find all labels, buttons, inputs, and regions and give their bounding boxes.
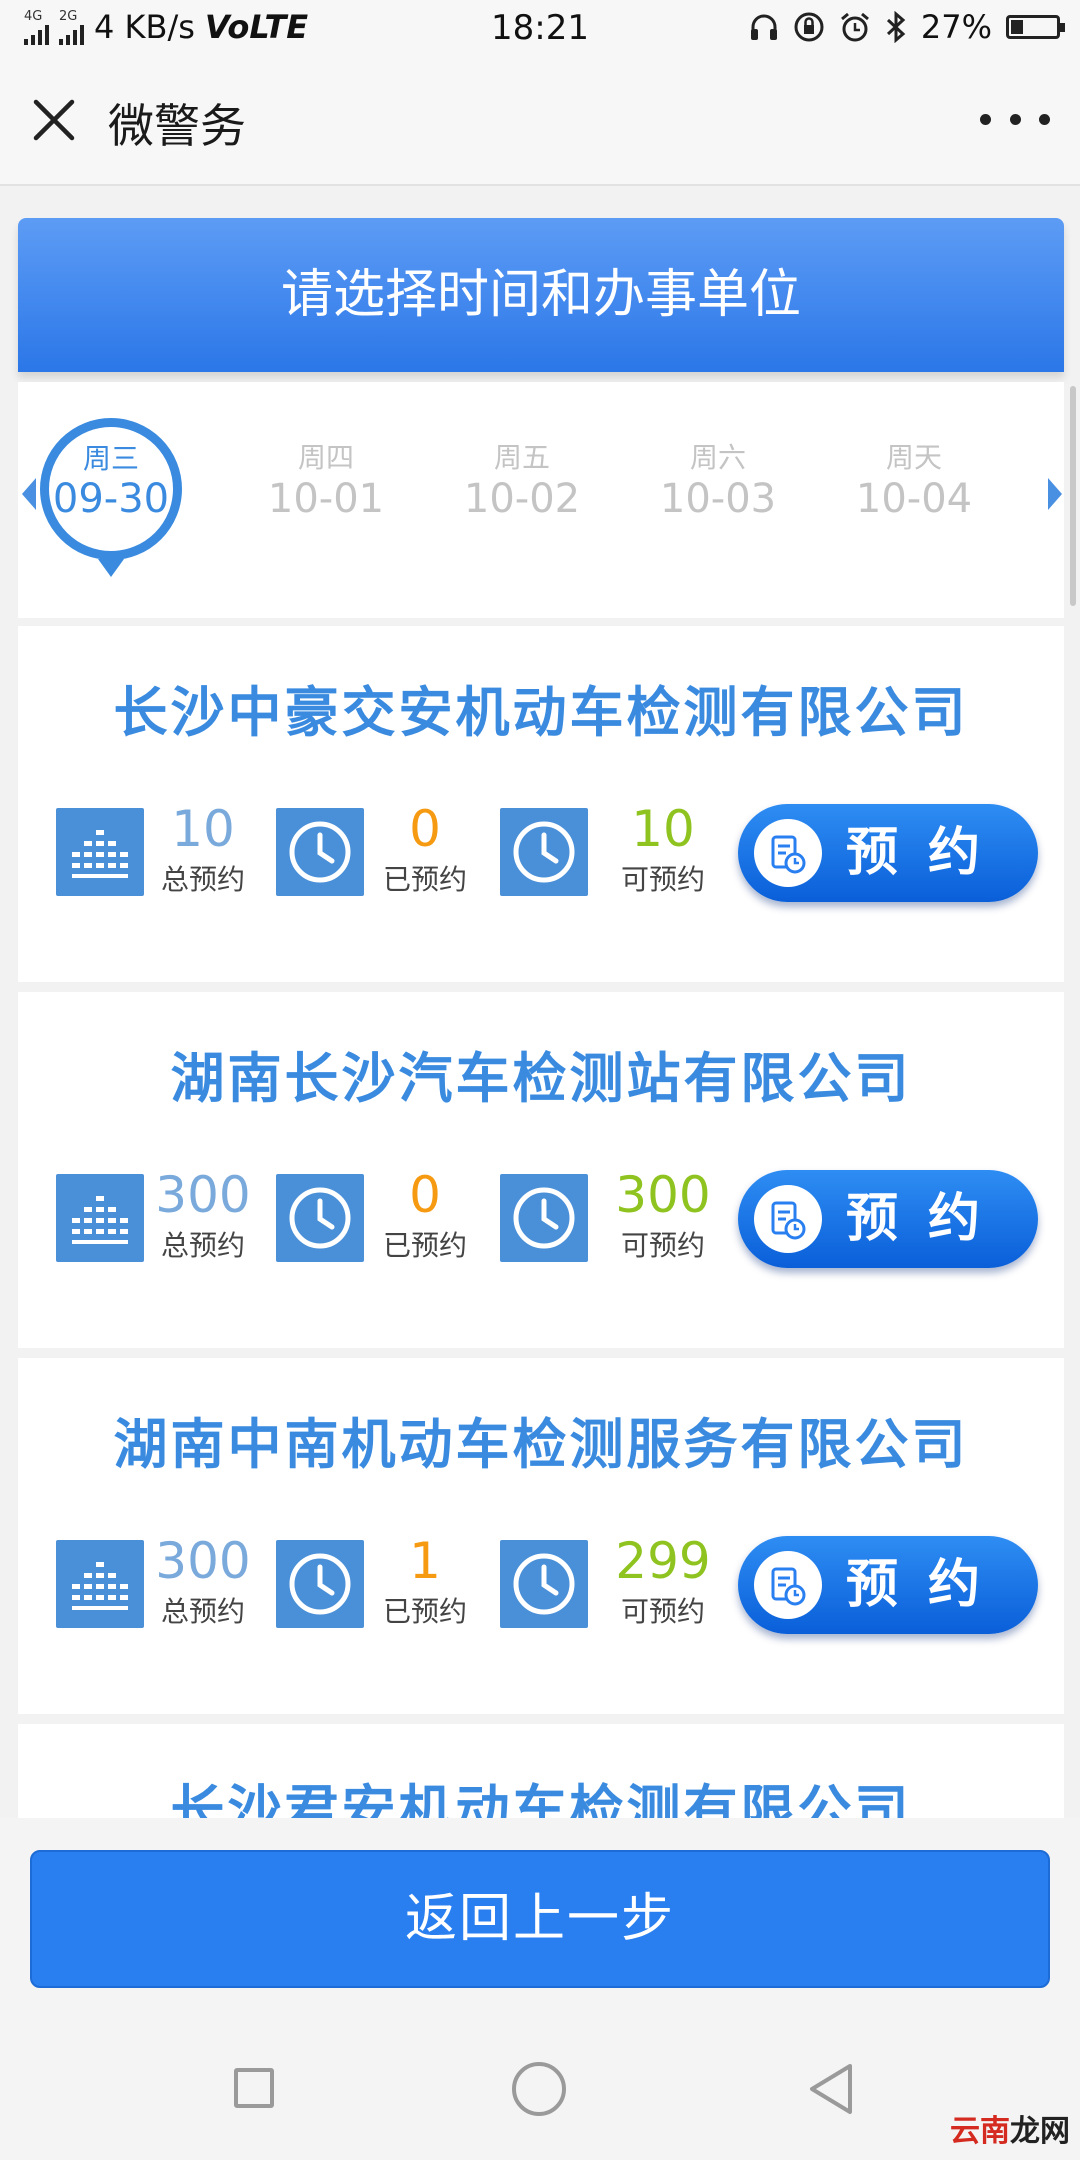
date-value: 10-02 (463, 476, 581, 522)
close-button[interactable] (26, 92, 82, 148)
total-icon (56, 1174, 144, 1262)
date-weekday: 周三 (82, 442, 139, 475)
watermark-text: 云南 (950, 2114, 1010, 2149)
book-button[interactable]: 预约 (738, 1170, 1038, 1268)
station-card: 湖南中南机动车检测服务有限公司 300 总预约 1 已预约 299 可预约 预约 (18, 1358, 1064, 1714)
page-title: 微警务 (108, 99, 246, 153)
clock-icon (500, 1174, 588, 1262)
date-selector: 周三 09-30 周四 10-01 周五 10-02 周六 10-03 周天 1… (18, 382, 1064, 618)
date-prev-arrow-icon[interactable] (22, 478, 36, 510)
page-content[interactable]: 请选择时间和办事单位 周三 09-30 周四 10-01 周五 10-02 周六… (0, 186, 1080, 1818)
booked-label: 已预约 (382, 863, 467, 896)
booked-count: 0 (409, 1166, 441, 1224)
date-weekday: 周六 (689, 441, 746, 474)
back-step-button[interactable]: 返回上一步 (30, 1850, 1050, 1988)
booked-label: 已预约 (382, 1229, 467, 1262)
date-item[interactable]: 周五 10-02 (452, 442, 592, 524)
battery-percent: 27% (920, 8, 992, 46)
total-icon (56, 1540, 144, 1628)
back-icon[interactable] (806, 2062, 856, 2116)
more-menu-button[interactable] (980, 96, 1050, 142)
available-count: 299 (615, 1532, 711, 1590)
station-name: 湖南中南机动车检测服务有限公司 (113, 1413, 969, 1476)
date-value: 10-03 (659, 476, 777, 522)
book-button-label: 预约 (846, 823, 1011, 883)
date-value: 09-30 (52, 476, 170, 522)
station-card: 湖南长沙汽车检测站有限公司 300 总预约 0 已预约 300 可预约 预约 (18, 992, 1064, 1348)
total-icon (56, 808, 144, 896)
battery-icon (1006, 15, 1065, 39)
section-banner: 请选择时间和办事单位 (18, 218, 1064, 372)
station-name: 湖南长沙汽车检测站有限公司 (170, 1047, 912, 1110)
date-item[interactable]: 周六 10-03 (648, 442, 788, 524)
available-count: 10 (631, 800, 695, 858)
book-button[interactable]: 预约 (738, 1536, 1038, 1634)
available-label: 可预约 (620, 863, 705, 896)
alarm-icon (840, 12, 869, 42)
booked-count: 0 (409, 800, 441, 858)
date-item-selected[interactable]: 周三 09-30 (40, 418, 182, 577)
status-bar: 4G 2G 4 KB/s VoLTE 18:21 27% (0, 0, 1080, 56)
date-weekday: 周五 (493, 441, 550, 474)
station-name: 长沙君安机动车检测有限公司 (170, 1779, 912, 1818)
watermark-logo: 云南龙网 (950, 2106, 1070, 2150)
date-item[interactable]: 周四 10-01 (256, 442, 396, 524)
clock-icon (500, 1540, 588, 1628)
footer-bar: 返回上一步 (0, 1818, 1080, 2028)
date-weekday: 周天 (885, 441, 942, 474)
clock-icon (500, 808, 588, 896)
booked-count: 1 (409, 1532, 441, 1590)
date-weekday: 周四 (297, 441, 354, 474)
watermark-text: 龙网 (1010, 2114, 1070, 2149)
clock-icon (276, 1174, 364, 1262)
total-count: 10 (171, 800, 235, 858)
available-count: 300 (615, 1166, 711, 1224)
date-value: 10-01 (267, 476, 385, 522)
system-icons: 27% (749, 8, 1065, 46)
booked-label: 已预约 (382, 1595, 467, 1628)
book-button-label: 预约 (846, 1555, 1011, 1615)
more-dot-icon (980, 113, 991, 125)
date-item[interactable]: 周天 10-04 (844, 442, 984, 524)
available-label: 可预约 (620, 1595, 705, 1628)
total-label: 总预约 (160, 863, 245, 896)
date-value: 10-04 (855, 476, 973, 522)
station-card: 长沙中豪交安机动车检测有限公司 10 总预约 0 已预约 10 可预约 预约 (18, 626, 1064, 982)
recent-apps-icon[interactable] (234, 2068, 274, 2108)
station-name: 长沙中豪交安机动车检测有限公司 (113, 681, 969, 744)
more-dot-icon (1039, 113, 1050, 125)
bluetooth-icon (886, 11, 906, 43)
battery-level (1011, 20, 1023, 34)
headphones-icon (750, 14, 777, 40)
total-count: 300 (155, 1532, 251, 1590)
title-bar: 微警务 (0, 56, 1080, 186)
book-button-label: 预约 (846, 1189, 1011, 1249)
calendar-clock-icon (754, 819, 822, 887)
scrollbar[interactable] (1070, 386, 1076, 606)
more-dot-icon (1009, 113, 1021, 125)
total-label: 总预约 (160, 1229, 245, 1262)
book-button[interactable]: 预约 (738, 804, 1038, 902)
home-icon[interactable] (512, 2062, 566, 2116)
total-count: 300 (155, 1166, 251, 1224)
date-next-arrow-icon[interactable] (1048, 478, 1062, 510)
clock-icon (276, 1540, 364, 1628)
system-nav-bar: 云南龙网 (0, 2028, 1080, 2160)
station-card: 长沙君安机动车检测有限公司 (18, 1724, 1064, 1818)
calendar-clock-icon (754, 1185, 822, 1253)
calendar-clock-icon (754, 1551, 822, 1619)
clock-icon (276, 808, 364, 896)
available-label: 可预约 (620, 1229, 705, 1262)
rotation-lock-icon (794, 12, 824, 42)
total-label: 总预约 (160, 1595, 245, 1628)
close-icon (33, 99, 75, 141)
